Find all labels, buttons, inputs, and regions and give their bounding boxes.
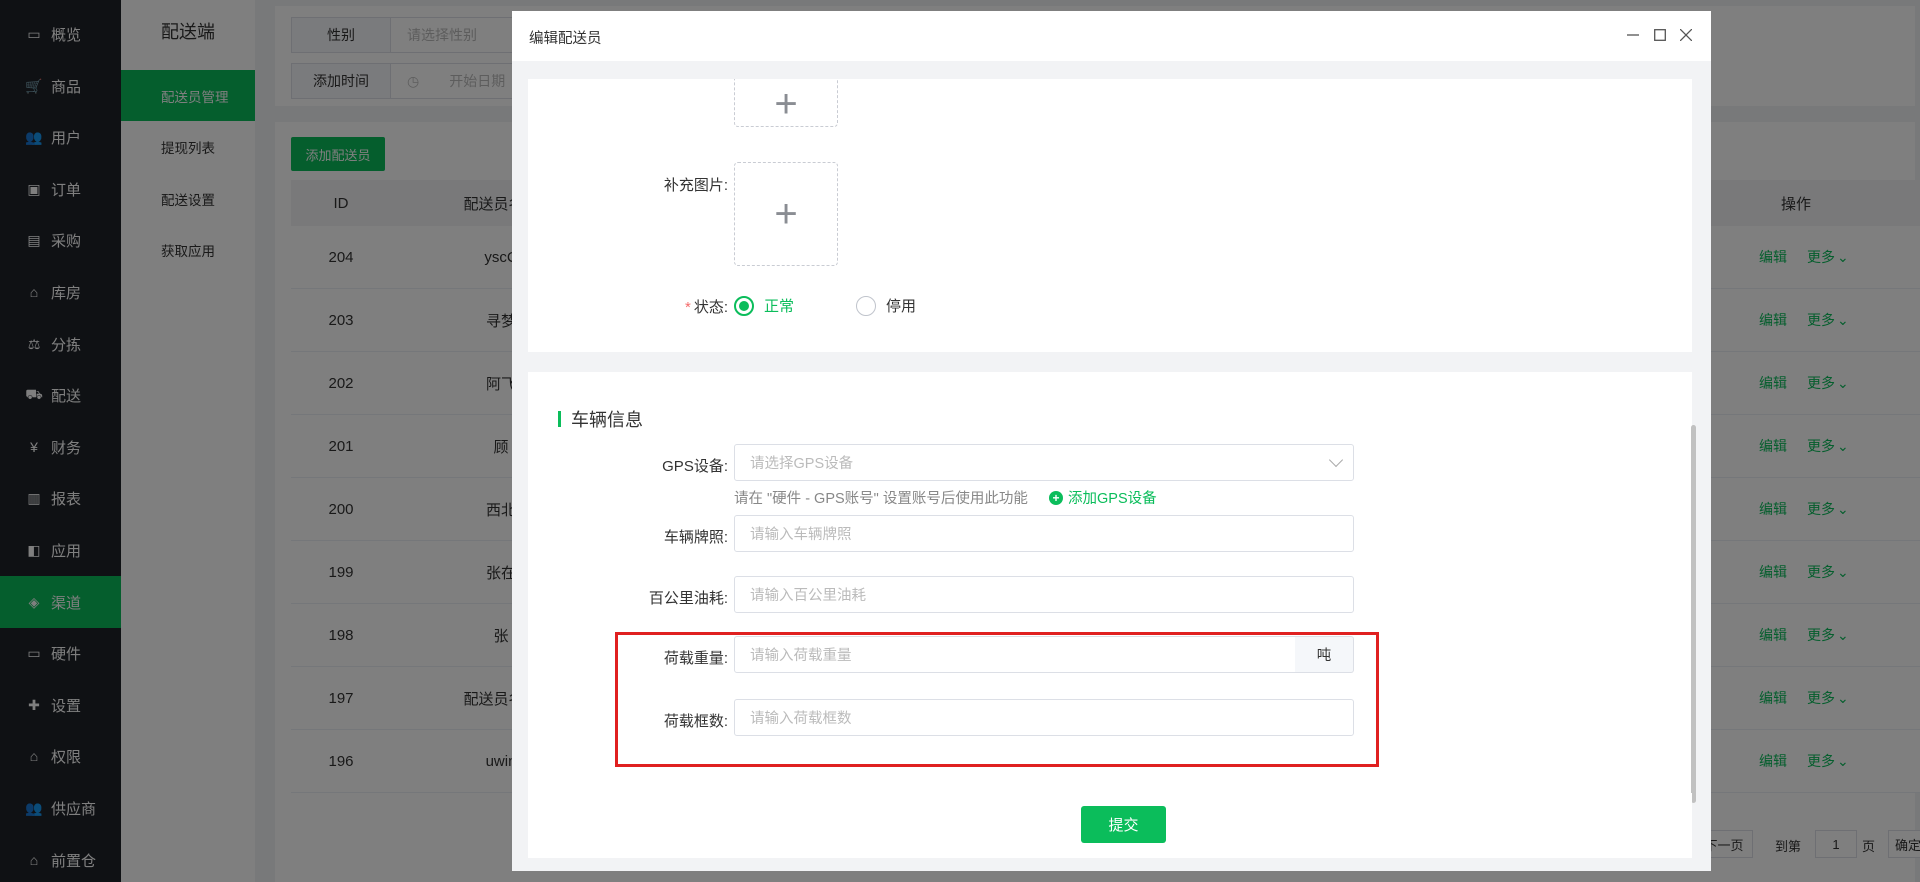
gps-select[interactable]: 请选择GPS设备: [734, 444, 1354, 481]
radio-checked-icon: [734, 295, 754, 316]
section-bar: [558, 411, 561, 427]
status-label-text: 状态:: [693, 299, 728, 316]
close-icon[interactable]: [1675, 24, 1697, 46]
plate-label: 车辆牌照:: [663, 529, 728, 546]
chevron-down-icon: [1328, 452, 1344, 468]
plus-icon: +: [774, 191, 798, 236]
supplement-image-upload[interactable]: +: [734, 162, 838, 266]
minimize-icon[interactable]: [1622, 24, 1644, 46]
plus-icon: +: [774, 82, 798, 126]
supplement-image-label: 补充图片:: [663, 177, 728, 194]
dialog-title: 编辑配送员: [529, 31, 602, 47]
vehicle-section-text: 车辆信息: [571, 410, 643, 430]
submit-button[interactable]: 提交: [1081, 806, 1166, 843]
maximize-icon[interactable]: [1649, 24, 1671, 46]
radio-unchecked-icon: [856, 295, 876, 316]
plus-circle-icon: +: [1049, 490, 1063, 505]
status-radio-disabled[interactable]: 停用: [856, 295, 916, 316]
status-radio-normal[interactable]: 正常: [734, 295, 794, 316]
status-label: * 状态:: [528, 296, 728, 317]
status-disabled-label: 停用: [886, 298, 917, 315]
gps-label: GPS设备:: [662, 458, 728, 475]
gps-hint: 请在 "硬件 - GPS账号" 设置账号后使用此功能: [734, 491, 1028, 507]
gps-placeholder: 请选择GPS设备: [750, 456, 854, 472]
fuel-label: 百公里油耗:: [648, 590, 728, 607]
dialog-footer: 提交: [528, 793, 1692, 858]
plate-input[interactable]: 请输入车辆牌照: [734, 515, 1354, 552]
image-upload-previous[interactable]: +: [734, 79, 838, 127]
highlight-box: [615, 632, 1379, 767]
basic-info-panel: + 补充图片: + * 状态: 正常 停用: [528, 79, 1692, 352]
status-normal-label: 正常: [764, 298, 795, 315]
add-gps-link[interactable]: + 添加GPS设备: [1049, 487, 1157, 508]
dialog-scrollbar[interactable]: [1691, 425, 1696, 803]
fuel-input[interactable]: 请输入百公里油耗: [734, 576, 1354, 613]
required-asterisk: *: [684, 299, 691, 316]
vehicle-section-title: 车辆信息: [558, 406, 643, 432]
add-gps-text: 添加GPS设备: [1068, 491, 1157, 507]
dialog-header: 编辑配送员: [512, 11, 1711, 61]
